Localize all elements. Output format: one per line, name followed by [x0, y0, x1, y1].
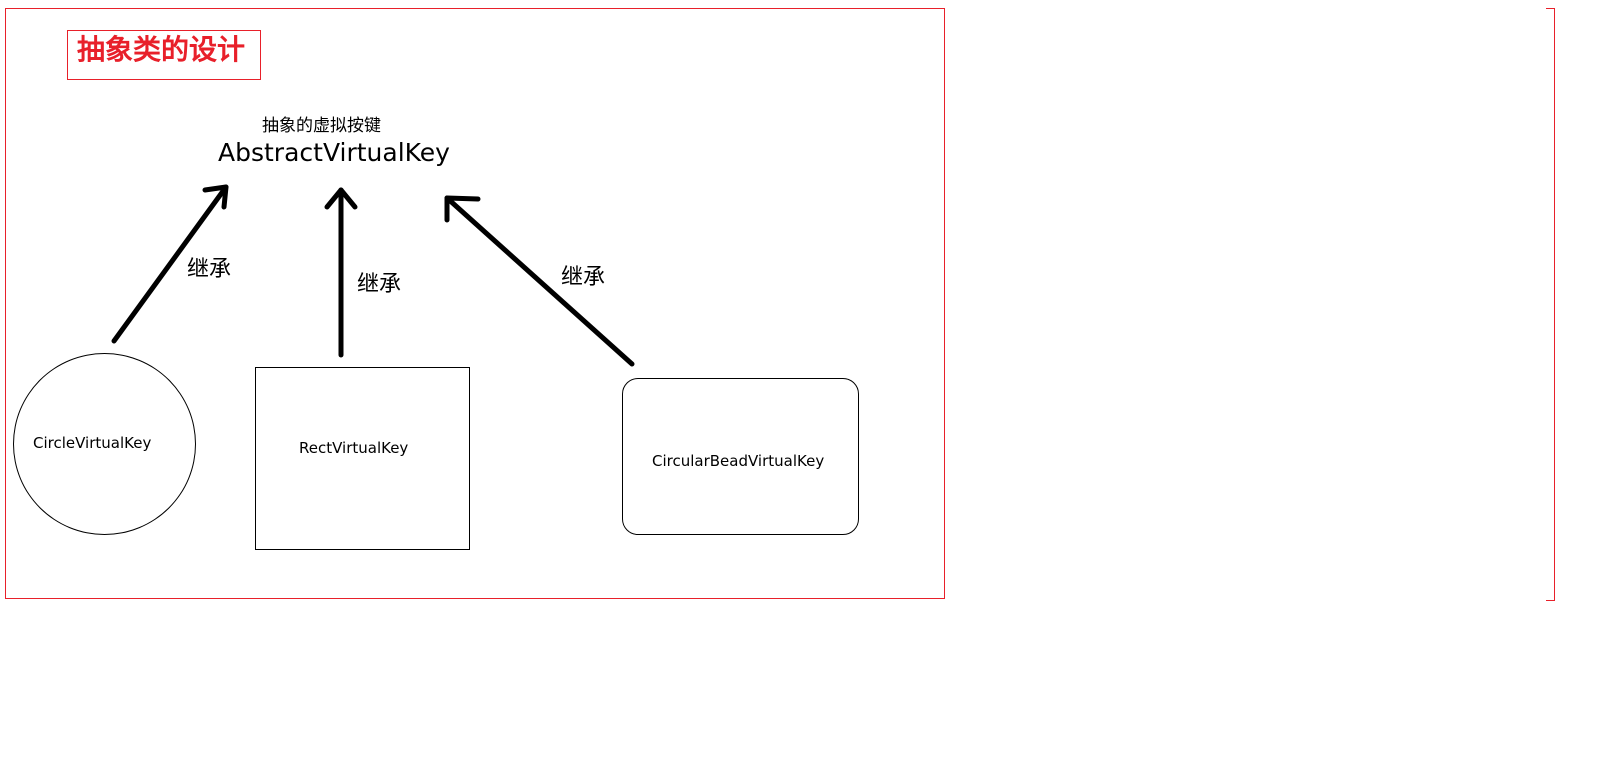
- inherit-arrow-rect: [324, 187, 358, 358]
- inherit-label-rounded: 继承: [561, 265, 606, 290]
- right-edge-bracket: [1546, 8, 1555, 601]
- inherit-label-rect: 继承: [357, 272, 402, 297]
- circle-virtual-key-label: CircleVirtualKey: [33, 434, 152, 452]
- inherit-label-circle: 继承: [187, 257, 232, 282]
- circular-bead-virtual-key-label: CircularBeadVirtualKey: [652, 452, 825, 470]
- rect-virtual-key-label: RectVirtualKey: [299, 439, 409, 457]
- rect-virtual-key-shape: [255, 367, 470, 550]
